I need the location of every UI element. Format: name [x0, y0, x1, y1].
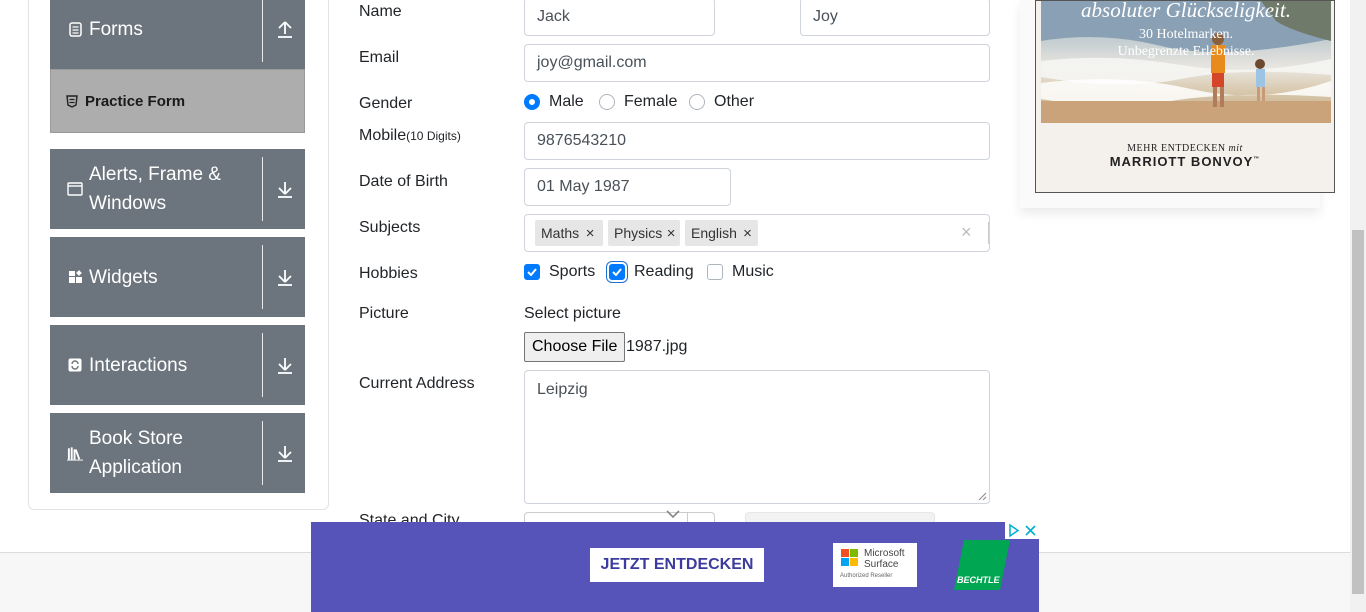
group-alerts[interactable]: Alerts, Frame & Windows: [50, 149, 305, 229]
subject-tag: English ×: [685, 220, 758, 246]
gender-male-label: Male: [549, 93, 584, 110]
gender-other-radio[interactable]: Other: [689, 93, 754, 111]
resize-handle-icon[interactable]: [978, 492, 987, 501]
adchoices-icon[interactable]: [1005, 522, 1039, 539]
radio-icon[interactable]: [689, 94, 705, 110]
subject-tag-label: Physics: [614, 225, 663, 241]
hobby-reading-checkbox[interactable]: Reading: [609, 263, 694, 281]
ad-info-icon[interactable]: [1005, 522, 1022, 539]
checkmark-icon[interactable]: [609, 264, 625, 280]
arrow-down-icon[interactable]: [273, 325, 297, 405]
arrow-down-icon[interactable]: [273, 149, 297, 229]
hobby-sports-checkbox[interactable]: Sports: [524, 263, 595, 281]
clear-subjects-icon[interactable]: ×: [961, 222, 972, 243]
group-title-book-store-2: Application: [89, 457, 182, 478]
dob-input[interactable]: 01 May 1987: [524, 168, 731, 206]
ad-banner-right[interactable]: absoluter Glückseligkeit. 30 Hotelmarken…: [1035, 0, 1335, 193]
ad-headline: absoluter Glückseligkeit.: [1081, 1, 1291, 22]
group-title-book-store: Book Store: [89, 428, 183, 449]
mobile-hint: (10 Digits): [406, 129, 461, 143]
subject-tag: Physics ×: [608, 220, 680, 246]
group-forms[interactable]: Forms: [50, 0, 305, 70]
ad-cta-button[interactable]: JETZT ENTDECKEN: [590, 548, 764, 582]
bechtle-logo: BECHTLE: [954, 540, 1010, 590]
hobby-sports-label: Sports: [549, 263, 596, 280]
arrow-down-icon[interactable]: [273, 413, 297, 493]
mobile-label-text: Mobile: [359, 127, 407, 144]
window-icon: [67, 181, 83, 197]
current-address-textarea[interactable]: Leipzig: [524, 370, 990, 504]
page: Forms Practice Form Alerts, Frame & Wind…: [0, 0, 1366, 612]
gender-female-label: Female: [624, 93, 678, 110]
checkmark-icon[interactable]: [524, 264, 540, 280]
dob-value: 01 May 1987: [537, 178, 630, 195]
chevron-down-icon[interactable]: [666, 510, 680, 519]
email-label: Email: [359, 49, 400, 66]
choose-file-button[interactable]: Choose File: [524, 332, 626, 362]
radio-icon[interactable]: [599, 94, 615, 110]
microsoft-surface-badge: Microsoft Surface Authorized Reseller: [833, 543, 917, 587]
radio-selected-icon[interactable]: [524, 94, 540, 110]
subject-tag-label: Maths: [541, 225, 580, 241]
gender-male-radio[interactable]: Male: [524, 93, 584, 111]
group-title-alerts: Alerts, Frame &: [89, 164, 221, 185]
ad-brand-logo: MARRIOTT BONVOY™: [1109, 154, 1261, 169]
arrow-up-icon[interactable]: [273, 0, 297, 70]
sidebar-item-practice-form[interactable]: Practice Form: [50, 69, 305, 133]
ad-banner-bottom[interactable]: JETZT ENTDECKEN Microsoft Surface Author…: [311, 522, 1039, 612]
select-picture-label: Select picture: [524, 305, 621, 322]
ad-discover: MEHR ENTDECKEN mit: [1127, 143, 1243, 154]
hobby-music-label: Music: [732, 263, 774, 280]
email-value: joy@gmail.com: [537, 54, 647, 71]
widgets-icon: [67, 269, 83, 285]
hobby-reading-label: Reading: [634, 263, 694, 280]
mobile-value: 9876543210: [537, 132, 626, 149]
remove-tag-icon[interactable]: ×: [737, 225, 758, 242]
email-input[interactable]: joy@gmail.com: [524, 44, 990, 82]
close-icon[interactable]: [1022, 522, 1039, 539]
current-address-label: Current Address: [359, 375, 475, 392]
remove-tag-icon[interactable]: ×: [579, 225, 601, 242]
group-widgets[interactable]: Widgets: [50, 237, 305, 317]
gender-label: Gender: [359, 95, 413, 112]
first-name-value: Jack: [537, 8, 570, 25]
remove-tag-icon[interactable]: ×: [662, 225, 680, 242]
checkbox-icon[interactable]: [707, 264, 723, 280]
book-icon: [67, 445, 83, 461]
mobile-input[interactable]: 9876543210: [524, 122, 990, 160]
hobbies-label: Hobbies: [359, 265, 418, 282]
address-value: Leipzig: [537, 381, 588, 398]
picture-label: Picture: [359, 305, 409, 322]
arrow-down-icon[interactable]: [273, 237, 297, 317]
ad-subline-2: Unbegrenzte Erlebnisse.: [1117, 44, 1255, 59]
group-interactions[interactable]: Interactions: [50, 325, 305, 405]
subjects-label: Subjects: [359, 219, 421, 236]
mobile-label: Mobile(10 Digits): [359, 126, 461, 146]
group-title-alerts-2: Windows: [89, 193, 167, 214]
scrollbar-thumb[interactable]: [1352, 230, 1364, 594]
badge-icon: [65, 94, 79, 108]
subject-tag-label: English: [691, 225, 737, 241]
interactions-icon: [67, 357, 83, 373]
dob-label: Date of Birth: [359, 173, 448, 190]
last-name-value: Joy: [813, 8, 838, 25]
subject-tag: Maths ×: [535, 220, 603, 246]
sidebar-item-label: Practice Form: [85, 92, 186, 110]
gender-female-radio[interactable]: Female: [599, 93, 677, 111]
form-icon: [67, 21, 83, 37]
file-name: 1987.jpg: [626, 338, 688, 355]
last-name-input[interactable]: Joy: [800, 0, 990, 36]
gender-other-label: Other: [714, 93, 755, 110]
group-book-store[interactable]: Book Store Application: [50, 413, 305, 493]
microsoft-logo-icon: [841, 549, 858, 566]
beach-photo: absoluter Glückseligkeit. 30 Hotelmarken…: [1041, 1, 1331, 123]
first-name-input[interactable]: Jack: [524, 0, 715, 36]
hobby-music-checkbox[interactable]: Music: [707, 263, 774, 281]
name-label: Name: [359, 3, 402, 20]
ad-subline-1: 30 Hotelmarken.: [1138, 27, 1234, 42]
